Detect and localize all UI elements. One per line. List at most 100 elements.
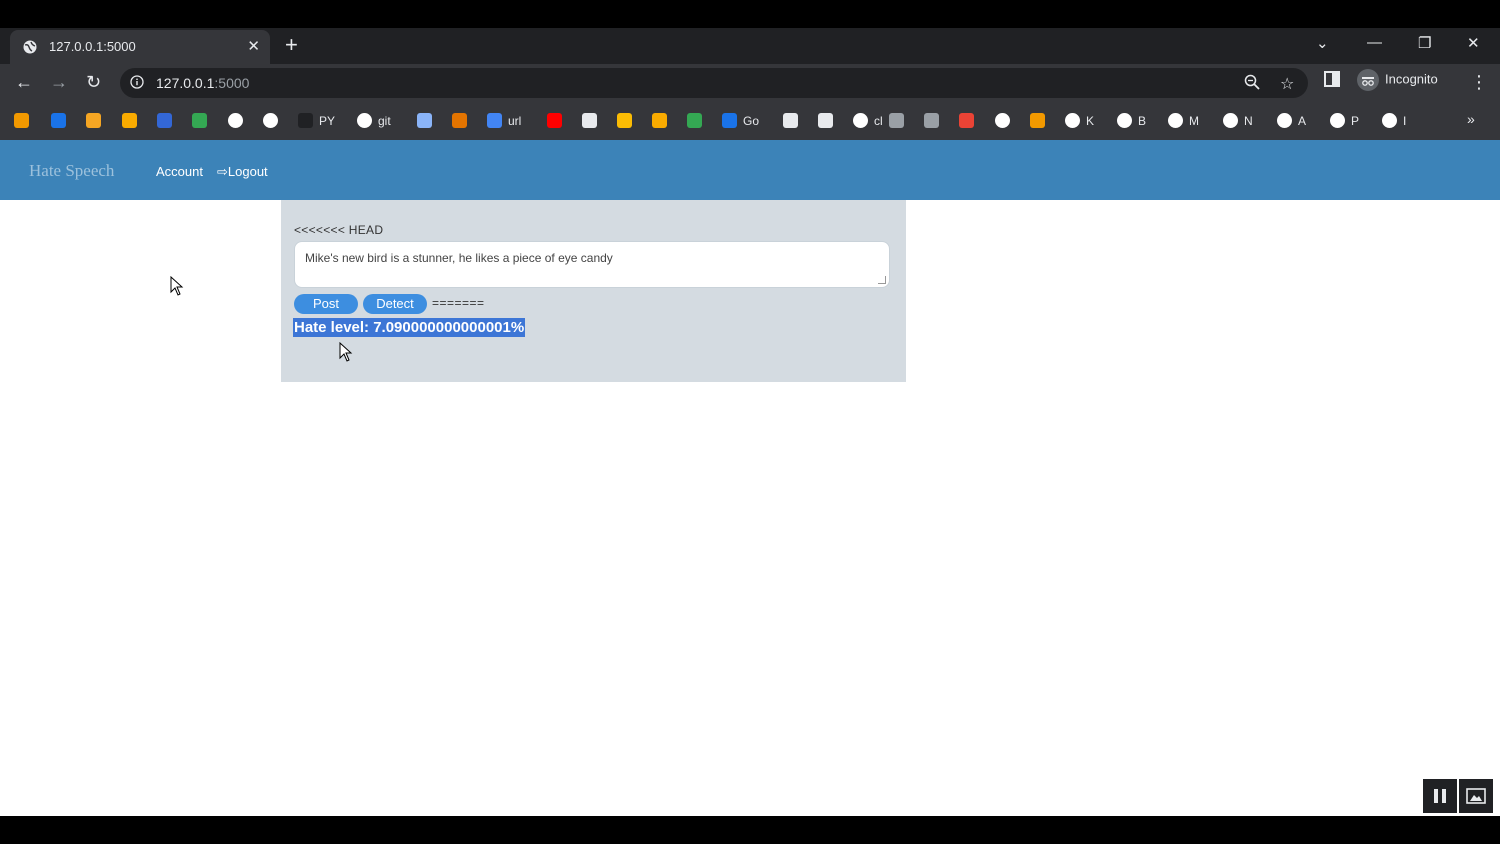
bookmark-favicon-icon	[417, 113, 432, 128]
bookmark-item[interactable]	[783, 113, 798, 128]
nav-account-link[interactable]: Account	[156, 164, 203, 179]
bookmark-item[interactable]: Go	[722, 113, 759, 128]
incognito-icon	[1357, 69, 1379, 91]
window-close-icon[interactable]: ✕	[1467, 34, 1480, 52]
bookmark-favicon-icon	[157, 113, 172, 128]
bookmark-item[interactable]	[924, 113, 939, 128]
more-menu-icon[interactable]: ⋮	[1470, 72, 1488, 93]
bookmark-item[interactable]	[157, 113, 172, 128]
site-navbar: Hate Speech Account ⇨Logout	[0, 140, 1500, 200]
letterbox-top	[0, 0, 1500, 28]
minimize-icon[interactable]: —	[1367, 34, 1382, 51]
side-panel-icon[interactable]	[1324, 71, 1340, 92]
bookmark-item[interactable]: A	[1277, 113, 1306, 128]
bookmark-item[interactable]: B	[1117, 113, 1146, 128]
bookmark-item[interactable]	[995, 113, 1010, 128]
bookmark-label: I	[1403, 113, 1407, 128]
bookmark-label: N	[1244, 113, 1253, 128]
back-icon[interactable]: ←	[15, 72, 33, 93]
bookmark-label: P	[1351, 113, 1360, 128]
bookmark-favicon-icon	[86, 113, 101, 128]
info-icon[interactable]	[130, 75, 144, 89]
bookmark-favicon-icon	[924, 113, 939, 128]
bookmark-label: A	[1298, 113, 1307, 128]
incognito-badge[interactable]: Incognito	[1357, 69, 1438, 91]
bookmarks-overflow-icon[interactable]: »	[1467, 111, 1475, 127]
star-icon[interactable]: ☆	[1280, 74, 1294, 94]
bookmark-item[interactable]	[51, 113, 66, 128]
bookmark-item[interactable]	[263, 113, 278, 128]
address-bar[interactable]: 127.0.0.1:5000 ☆	[120, 68, 1308, 98]
bookmark-favicon-icon	[298, 113, 313, 128]
bookmark-favicon-icon	[1065, 113, 1080, 128]
detect-button[interactable]: Detect	[363, 294, 427, 314]
nav-logout-link[interactable]: ⇨Logout	[217, 164, 268, 180]
bookmark-label: K	[1086, 113, 1095, 128]
bookmark-item[interactable]	[617, 113, 632, 128]
reload-icon[interactable]: ↻	[86, 72, 101, 93]
bookmark-favicon-icon	[263, 113, 278, 128]
bookmark-item[interactable]	[687, 113, 702, 128]
tab-active[interactable]: 127.0.0.1:5000 ✕	[10, 30, 270, 64]
plus-icon[interactable]: +	[285, 32, 298, 58]
bookmark-item[interactable]: P	[1330, 113, 1359, 128]
bookmark-favicon-icon	[452, 113, 467, 128]
bookmark-item[interactable]: K	[1065, 113, 1094, 128]
bookmark-favicon-icon	[228, 113, 243, 128]
bookmark-favicon-icon	[122, 113, 137, 128]
close-icon[interactable]: ✕	[247, 37, 260, 55]
bookmark-item[interactable]	[1030, 113, 1045, 128]
bookmark-item[interactable]	[417, 113, 432, 128]
bookmark-item[interactable]: M	[1168, 113, 1199, 128]
bookmark-favicon-icon	[1117, 113, 1132, 128]
bookmark-favicon-icon	[357, 113, 372, 128]
resize-grip-icon[interactable]	[878, 276, 886, 284]
bookmark-favicon-icon	[652, 113, 667, 128]
bookmark-item[interactable]: I	[1382, 113, 1406, 128]
bookmark-item[interactable]: git	[357, 113, 391, 128]
bookmark-item[interactable]	[959, 113, 974, 128]
chevron-down-icon[interactable]: ⌄	[1316, 34, 1329, 52]
browser-toolbar: ← → ↻ 127.0.0.1:5000 ☆ Incognito ⋮	[0, 64, 1500, 102]
bookmark-item[interactable]	[547, 113, 562, 128]
bookmark-favicon-icon	[889, 113, 904, 128]
bookmark-item[interactable]	[192, 113, 207, 128]
letterbox-bottom	[0, 816, 1500, 844]
bookmark-label: Go	[743, 113, 760, 128]
bookmark-item[interactable]: PY	[298, 113, 335, 128]
bookmark-item[interactable]: url	[487, 113, 521, 128]
restore-icon[interactable]: ❐	[1418, 34, 1431, 52]
bookmark-item[interactable]	[228, 113, 243, 128]
bookmark-favicon-icon	[487, 113, 502, 128]
tab-strip: 127.0.0.1:5000 ✕ + ⌄ — ❐ ✕	[0, 28, 1500, 64]
bookmark-label: M	[1189, 113, 1199, 128]
web-page: Hate Speech Account ⇨Logout <<<<<<< HEAD…	[0, 140, 1500, 816]
bookmark-item[interactable]: N	[1223, 113, 1253, 128]
bookmark-item[interactable]	[14, 113, 29, 128]
bookmark-label: url	[508, 113, 522, 128]
bookmark-item[interactable]: cl	[853, 113, 883, 128]
bookmark-item[interactable]	[122, 113, 137, 128]
pause-icon[interactable]	[1423, 779, 1457, 813]
mouse-cursor-icon	[339, 342, 353, 362]
bookmark-item[interactable]	[582, 113, 597, 128]
bookmark-item[interactable]	[889, 113, 904, 128]
bookmark-item[interactable]	[452, 113, 467, 128]
bookmark-item[interactable]	[652, 113, 667, 128]
url-text: 127.0.0.1:5000	[156, 75, 249, 91]
bookmark-favicon-icon	[1030, 113, 1045, 128]
forward-icon[interactable]: →	[50, 72, 68, 93]
bookmark-favicon-icon	[1330, 113, 1345, 128]
bookmark-item[interactable]	[86, 113, 101, 128]
zoom-icon[interactable]	[1244, 74, 1260, 95]
brand-logo[interactable]: Hate Speech	[29, 161, 114, 181]
post-button[interactable]: Post	[294, 294, 358, 314]
bookmark-item[interactable]	[818, 113, 833, 128]
picture-in-picture-icon[interactable]	[1459, 779, 1493, 813]
post-textarea[interactable]: Mike's new bird is a stunner, he likes a…	[294, 241, 890, 288]
post-panel: <<<<<<< HEAD Mike's new bird is a stunne…	[281, 200, 906, 382]
bookmark-favicon-icon	[818, 113, 833, 128]
bookmark-favicon-icon	[192, 113, 207, 128]
bookmark-label: cl	[874, 113, 883, 128]
incognito-label: Incognito	[1385, 71, 1438, 87]
